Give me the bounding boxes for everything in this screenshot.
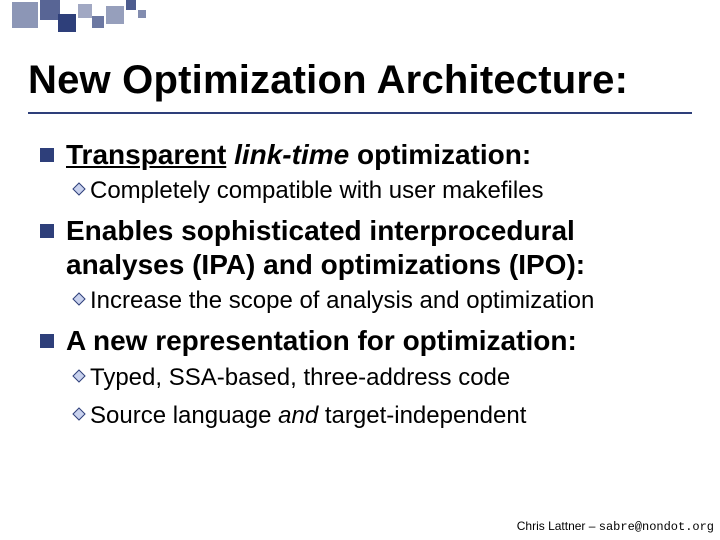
bullet-level2: Typed, SSA-based, three-address code xyxy=(72,363,700,393)
diamond-bullet-icon xyxy=(72,369,88,383)
bullet-level2: Source language and target-independent xyxy=(72,401,700,431)
bullet-text: Enables sophisticated interprocedural an… xyxy=(66,214,700,282)
slide-body: Transparent link-time optimization: Comp… xyxy=(40,132,700,439)
subbullet-text: Completely compatible with user makefile… xyxy=(90,176,544,206)
slide-title: New Optimization Architecture: xyxy=(28,58,628,103)
diamond-bullet-icon xyxy=(72,407,88,421)
title-underline xyxy=(28,112,692,114)
bullet-level2: Increase the scope of analysis and optim… xyxy=(72,286,700,316)
bullet-level1: Transparent link-time optimization: xyxy=(40,138,700,172)
slide-footer: Chris Lattner – sabre@nondot.org xyxy=(517,519,714,534)
square-bullet-icon xyxy=(40,148,54,162)
bullet-level1: Enables sophisticated interprocedural an… xyxy=(40,214,700,282)
subbullet-text: Typed, SSA-based, three-address code xyxy=(90,363,510,393)
bullet-level1: A new representation for optimization: xyxy=(40,324,700,358)
square-bullet-icon xyxy=(40,224,54,238)
bullet-level2: Completely compatible with user makefile… xyxy=(72,176,700,206)
footer-author: Chris Lattner – xyxy=(517,519,599,533)
subbullet-text: Increase the scope of analysis and optim… xyxy=(90,286,594,316)
subbullet-text: Source language and target-independent xyxy=(90,401,526,431)
header-decoration xyxy=(0,0,720,34)
bullet-text: A new representation for optimization: xyxy=(66,324,577,358)
footer-email: sabre@nondot.org xyxy=(599,520,714,534)
square-bullet-icon xyxy=(40,334,54,348)
diamond-bullet-icon xyxy=(72,182,88,196)
bullet-text: Transparent link-time optimization: xyxy=(66,138,531,172)
diamond-bullet-icon xyxy=(72,292,88,306)
